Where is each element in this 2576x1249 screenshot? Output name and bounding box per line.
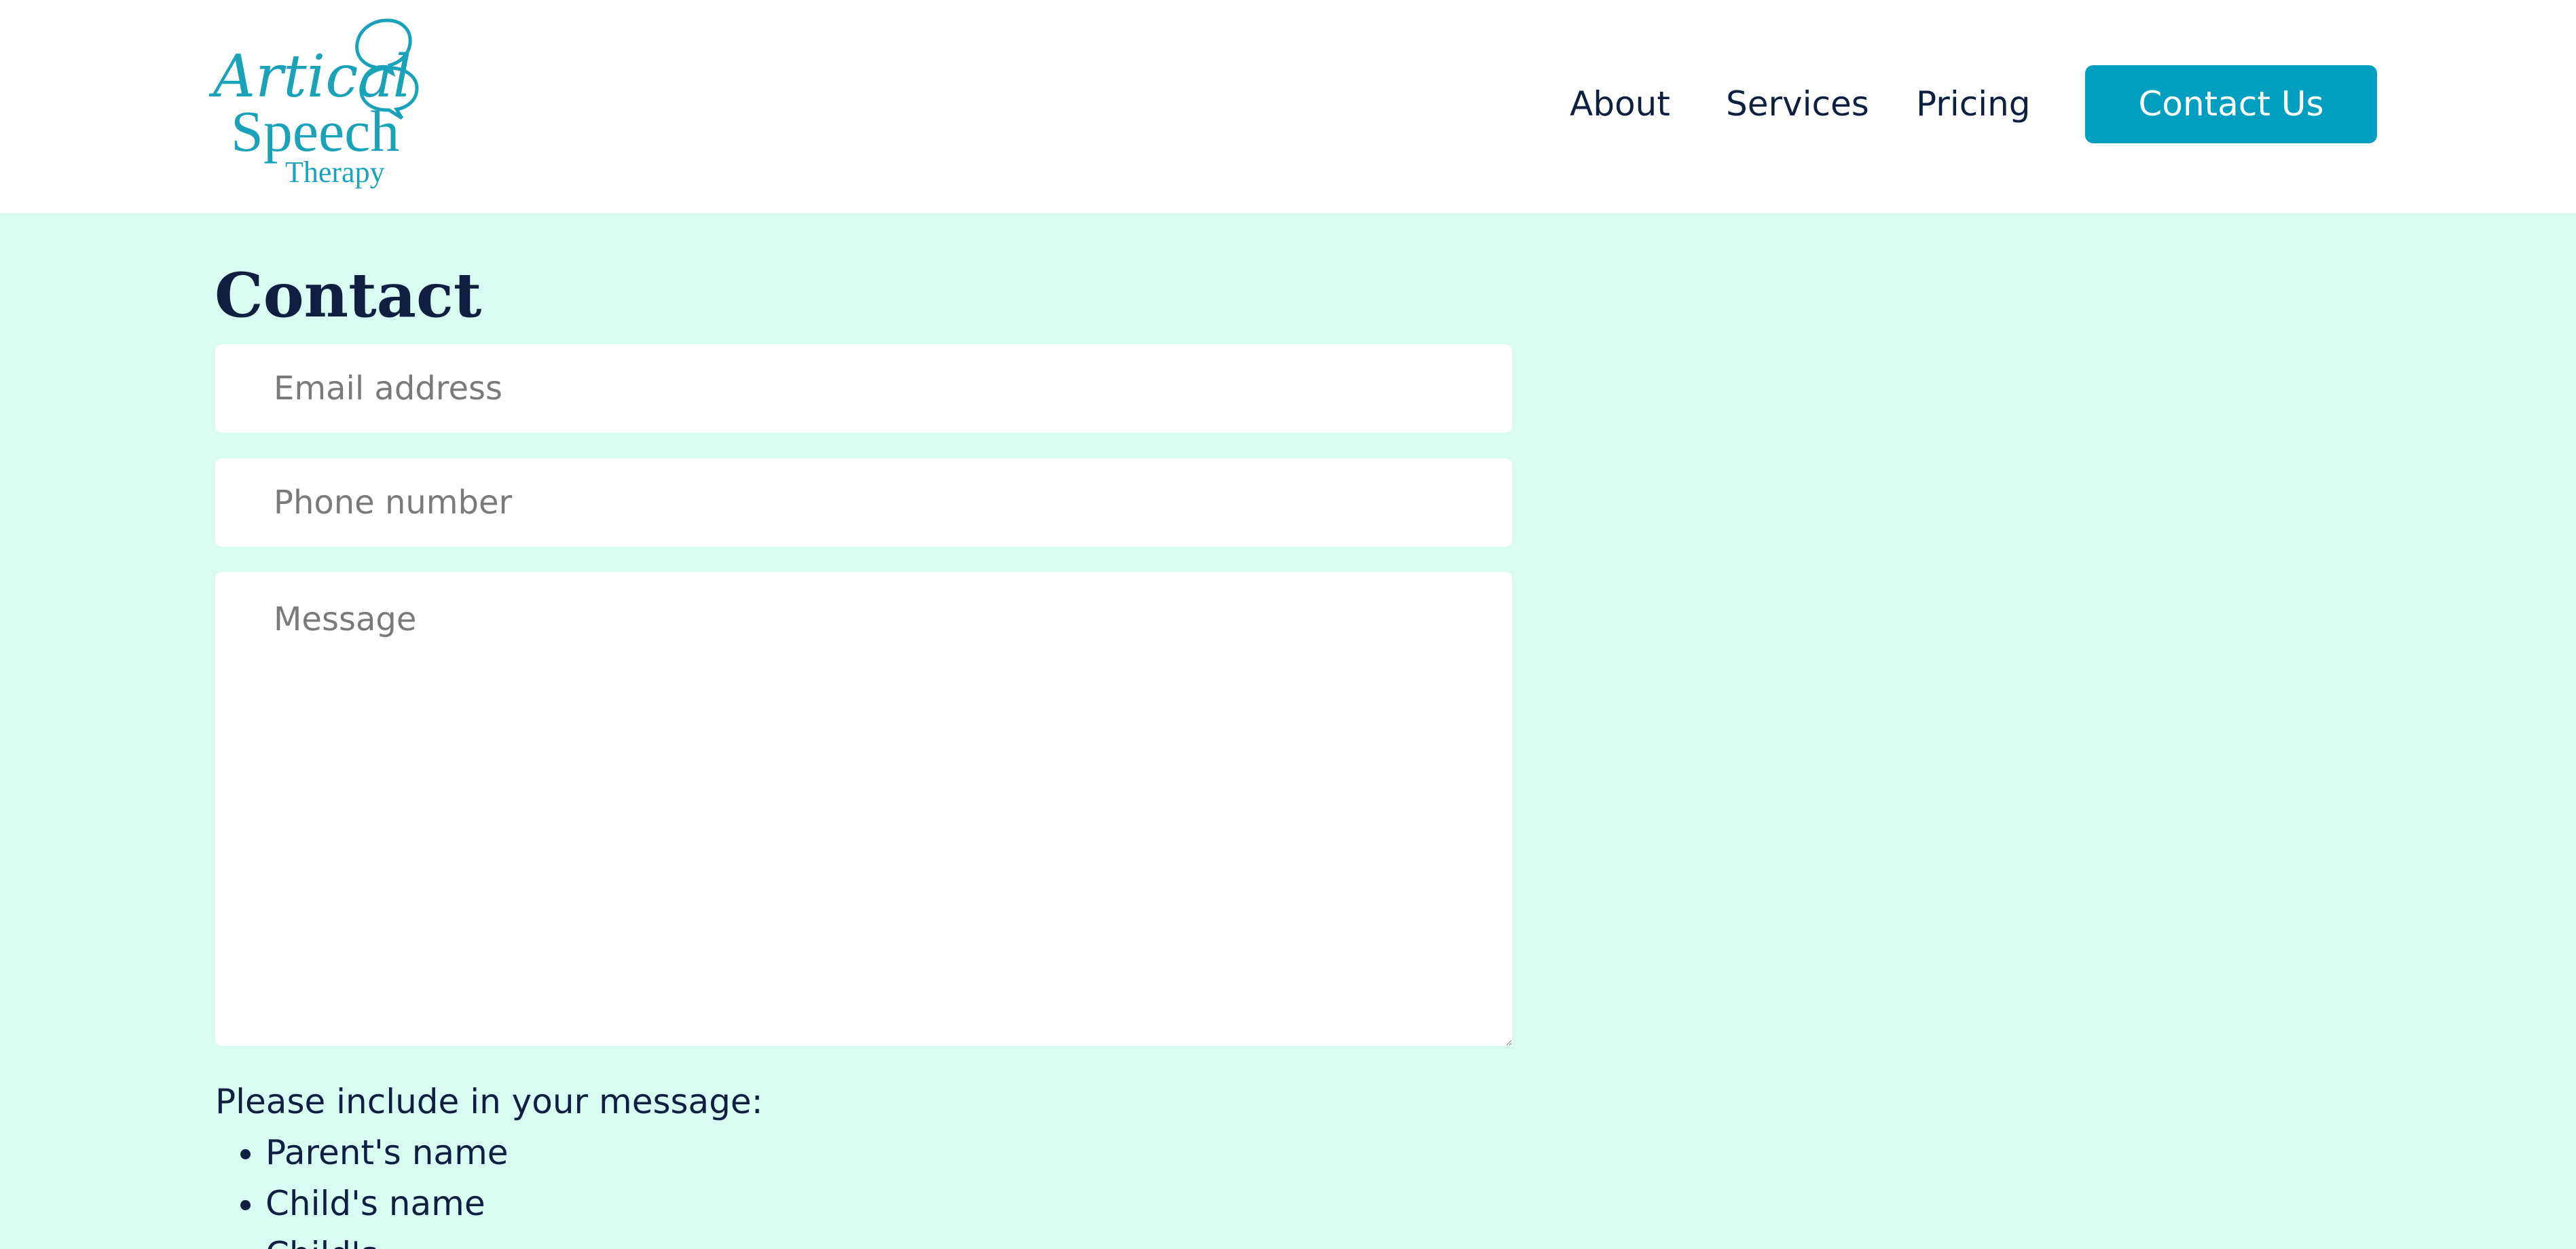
instructions-intro: Please include in your message: bbox=[215, 1082, 763, 1121]
instructions-list: Parent's name Child's name Child's bbox=[215, 1127, 763, 1249]
email-field[interactable] bbox=[215, 344, 1512, 433]
nav-services[interactable]: Services bbox=[1726, 65, 1869, 143]
page-title: Contact bbox=[215, 259, 482, 331]
phone-field[interactable] bbox=[215, 458, 1512, 547]
site-header: Artical Speech Therapy About Services Pr… bbox=[0, 0, 2576, 213]
logo-line-speech: Speech bbox=[231, 98, 399, 164]
logo[interactable]: Artical Speech Therapy bbox=[209, 15, 454, 193]
message-instructions: Please include in your message: Parent's… bbox=[215, 1076, 763, 1249]
instructions-item-child: Child's bbox=[265, 1229, 763, 1249]
contact-us-button[interactable]: Contact Us bbox=[2085, 65, 2377, 143]
instructions-item-child-name: Child's name bbox=[265, 1178, 763, 1229]
logo-line-therapy: Therapy bbox=[285, 156, 385, 189]
instructions-item-parent-name: Parent's name bbox=[265, 1127, 763, 1178]
nav-about[interactable]: About bbox=[1570, 65, 1670, 143]
nav-pricing[interactable]: Pricing bbox=[1916, 65, 2031, 143]
page: Artical Speech Therapy About Services Pr… bbox=[0, 0, 2576, 1249]
message-field[interactable] bbox=[215, 572, 1512, 1046]
